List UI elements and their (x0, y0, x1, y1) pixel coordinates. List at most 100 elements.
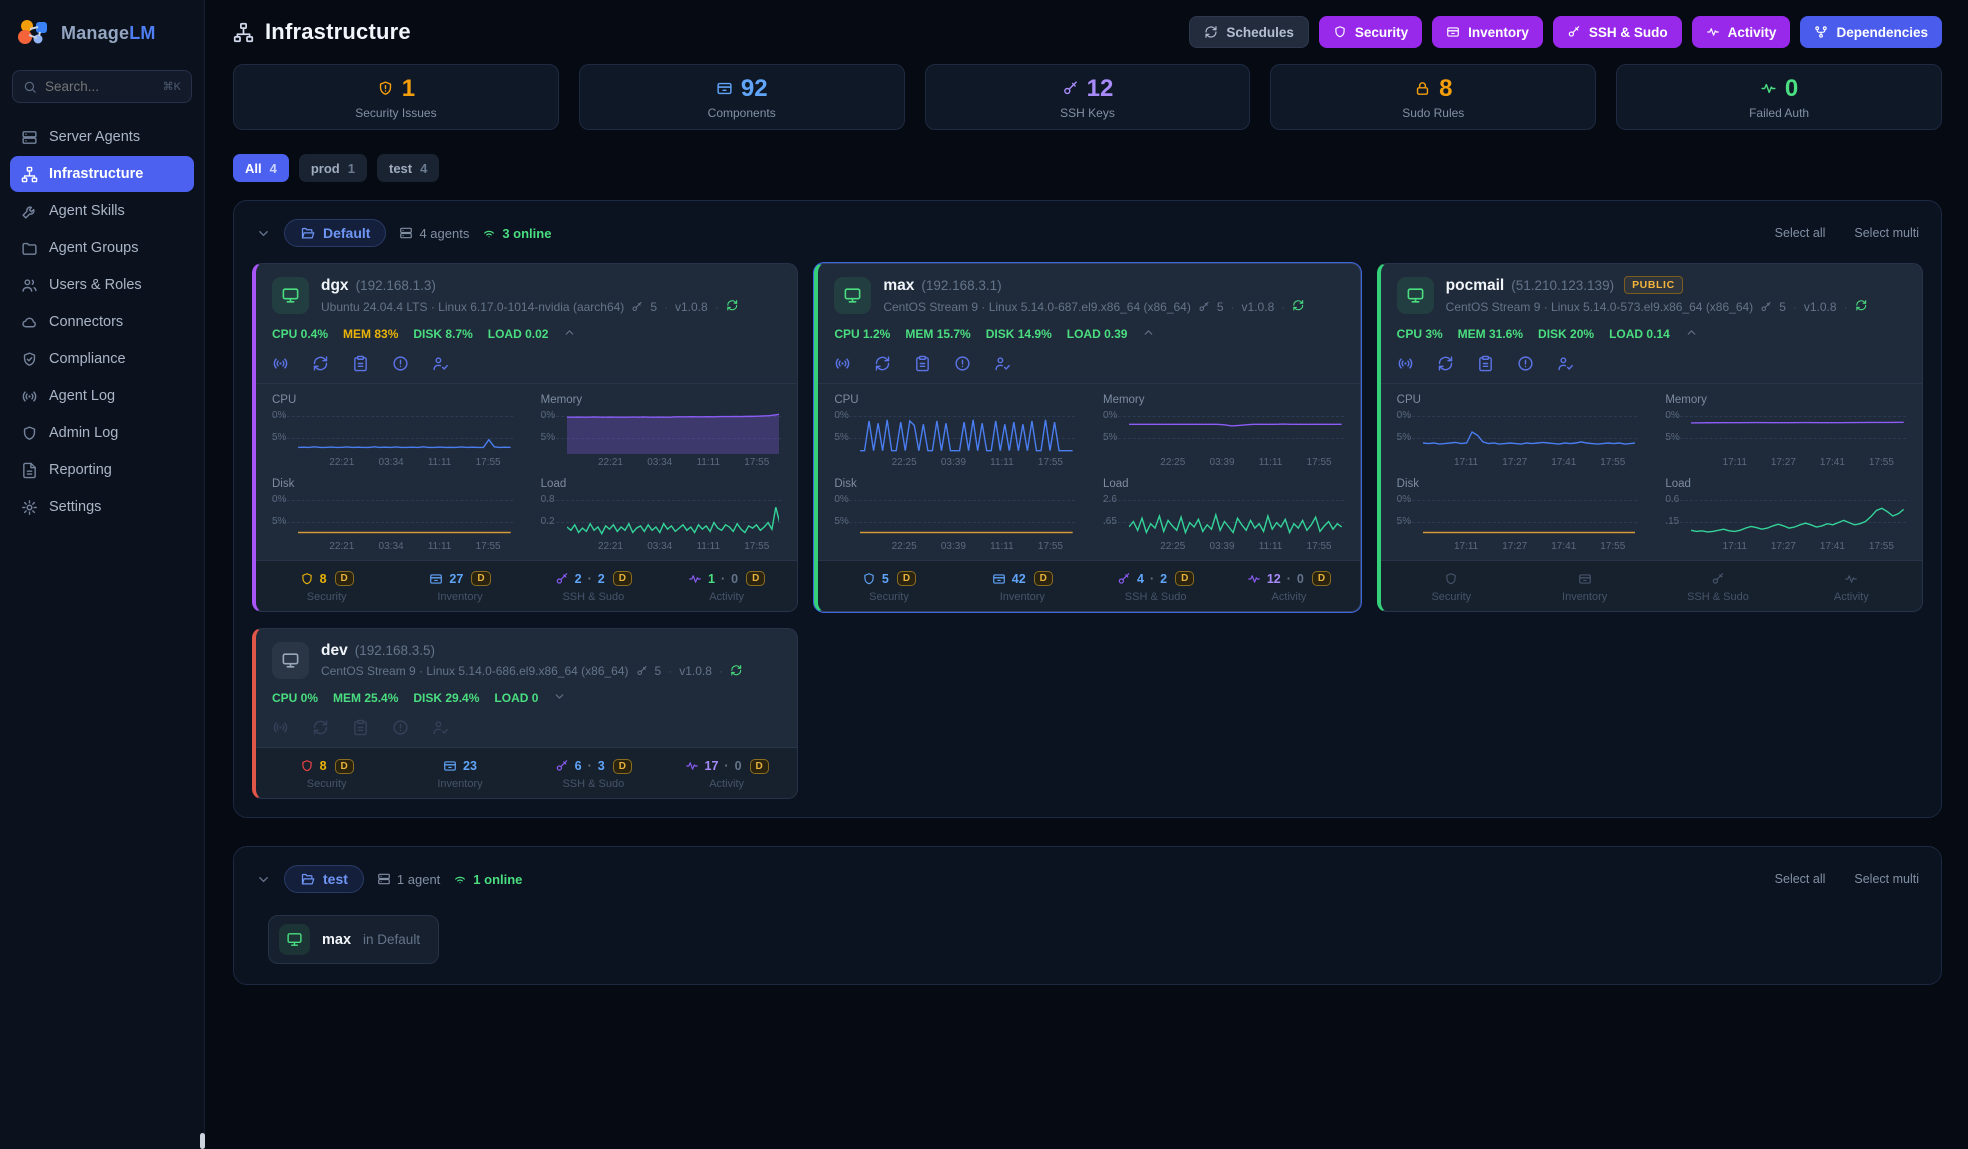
expand-chevron-icon[interactable] (553, 690, 566, 706)
footer-security[interactable]: 8D Security (260, 757, 393, 790)
group-badge-test[interactable]: test (284, 865, 364, 893)
sidebar-item-agent-skills[interactable]: Agent Skills (10, 193, 194, 229)
search-input[interactable] (45, 79, 155, 94)
action-user-check-icon[interactable] (432, 719, 449, 736)
footer-inventory[interactable]: Inventory (1518, 570, 1651, 603)
footer-security[interactable]: Security (1385, 570, 1518, 603)
chart-title: CPU (834, 394, 1075, 406)
sidebar-item-users-roles[interactable]: Users & Roles (10, 267, 194, 303)
footer-inventory[interactable]: 27D Inventory (393, 570, 526, 603)
action-alert-circle-icon[interactable] (392, 719, 409, 736)
agent-mini-max[interactable]: max in Default (268, 915, 439, 964)
drift-badge: D (1034, 571, 1053, 586)
agent-footer: 8D Security 23 Inventory 6·3D SSH & Sudo… (256, 747, 797, 798)
y-tick: 0% (1665, 410, 1679, 421)
lock-icon (1414, 80, 1431, 97)
action-refresh-icon[interactable] (1437, 355, 1454, 372)
action-alert-circle-icon[interactable] (954, 355, 971, 372)
collapse-chevron-icon[interactable] (1142, 326, 1155, 342)
sidebar-item-compliance[interactable]: Compliance (10, 341, 194, 377)
footer-ssh-sudo[interactable]: 4·2D SSH & Sudo (1089, 570, 1222, 603)
search-box[interactable]: ⌘K (12, 70, 192, 103)
sidebar-item-admin-log[interactable]: Admin Log (10, 415, 194, 451)
action-clipboard-icon[interactable] (352, 719, 369, 736)
action-clipboard-icon[interactable] (352, 355, 369, 372)
sidebar-scrollbar[interactable] (200, 1133, 205, 1149)
action-refresh-icon[interactable] (312, 719, 329, 736)
metric-load: LOAD 0 (494, 691, 538, 705)
dependencies-button[interactable]: Dependencies (1800, 16, 1942, 48)
action-broadcast-icon[interactable] (272, 719, 289, 736)
footer-security[interactable]: 8D Security (260, 570, 393, 603)
select-multi-link[interactable]: Select multi (1854, 226, 1919, 240)
filter-prod[interactable]: prod 1 (299, 154, 367, 182)
action-user-check-icon[interactable] (994, 355, 1011, 372)
inventory-button[interactable]: Inventory (1432, 16, 1543, 48)
activity-button[interactable]: Activity (1692, 16, 1791, 48)
sparkline (1423, 410, 1636, 454)
action-user-check-icon[interactable] (1557, 355, 1574, 372)
filter-all[interactable]: All 4 (233, 154, 289, 182)
drive-icon (992, 572, 1006, 586)
agent-card-dev[interactable]: dev(192.168.3.5) CentOS Stream 9 · Linux… (252, 628, 798, 800)
footer-inventory[interactable]: 23 Inventory (393, 757, 526, 790)
x-tick: 11:11 (1259, 457, 1283, 468)
footer-inventory[interactable]: 42D Inventory (956, 570, 1089, 603)
filter-test[interactable]: test 4 (377, 154, 439, 182)
footer-ssh-sudo[interactable]: 2·2D SSH & Sudo (527, 570, 660, 603)
agent-card-dgx[interactable]: dgx(192.168.1.3) Ubuntu 24.04.4 LTS · Li… (252, 263, 798, 612)
action-broadcast-icon[interactable] (1397, 355, 1414, 372)
schedules-button[interactable]: Schedules (1189, 16, 1309, 48)
x-tick: 17:55 (744, 457, 769, 468)
sidebar-item-settings[interactable]: Settings (10, 489, 194, 525)
action-broadcast-icon[interactable] (272, 355, 289, 372)
sidebar-item-infrastructure[interactable]: Infrastructure (10, 156, 194, 192)
agent-card-max[interactable]: max(192.168.3.1) CentOS Stream 9 · Linux… (814, 263, 1360, 612)
x-tick: 17:55 (1600, 457, 1625, 468)
sidebar-item-agent-log[interactable]: Agent Log (10, 378, 194, 414)
action-alert-circle-icon[interactable] (392, 355, 409, 372)
footer-activity[interactable]: 1·0D Activity (660, 570, 793, 603)
collapse-chevron-icon[interactable] (563, 326, 576, 342)
sparkline (1423, 494, 1636, 538)
action-user-check-icon[interactable] (432, 355, 449, 372)
pulse-icon (1706, 25, 1720, 39)
select-all-link[interactable]: Select all (1775, 226, 1826, 240)
select-all-link[interactable]: Select all (1775, 872, 1826, 886)
action-refresh-icon[interactable] (312, 355, 329, 372)
sparkline (567, 494, 780, 538)
security-button[interactable]: Security (1319, 16, 1422, 48)
group-collapse-icon[interactable] (256, 226, 271, 241)
footer-ssh-sudo[interactable]: SSH & Sudo (1651, 570, 1784, 603)
pulse-icon (688, 572, 702, 586)
footer-activity[interactable]: 17·0D Activity (660, 757, 793, 790)
sidebar-item-connectors[interactable]: Connectors (10, 304, 194, 340)
metric-disk: DISK 14.9% (986, 327, 1052, 341)
group-badge-default[interactable]: Default (284, 219, 386, 247)
chart-title: Memory (1103, 394, 1344, 406)
footer-ssh-sudo[interactable]: 6·3D SSH & Sudo (527, 757, 660, 790)
footer-activity[interactable]: Activity (1785, 570, 1918, 603)
metric-disk: DISK 20% (1538, 327, 1594, 341)
server-icon (377, 872, 391, 886)
group-collapse-icon[interactable] (256, 872, 271, 887)
collapse-chevron-icon[interactable] (1685, 326, 1698, 342)
sidebar-item-reporting[interactable]: Reporting (10, 452, 194, 488)
agent-version: v1.0.8 (1804, 300, 1837, 314)
sidebar-item-agent-groups[interactable]: Agent Groups (10, 230, 194, 266)
header-buttons: Schedules Security Inventory SSH & Sudo Acti… (1189, 16, 1942, 48)
agent-card-pocmail[interactable]: pocmail(51.210.123.139)PUBLIC CentOS Str… (1377, 263, 1923, 612)
y-tick: 0% (1397, 494, 1411, 505)
ssh-sudo-button[interactable]: SSH & Sudo (1553, 16, 1682, 48)
action-alert-circle-icon[interactable] (1517, 355, 1534, 372)
action-broadcast-icon[interactable] (834, 355, 851, 372)
drive-icon (443, 759, 457, 773)
sidebar-item-server-agents[interactable]: Server Agents (10, 119, 194, 155)
action-refresh-icon[interactable] (874, 355, 891, 372)
action-clipboard-icon[interactable] (1477, 355, 1494, 372)
y-tick: 0.6 (1665, 494, 1679, 505)
footer-security[interactable]: 5D Security (822, 570, 955, 603)
select-multi-link[interactable]: Select multi (1854, 872, 1919, 886)
footer-activity[interactable]: 12·0D Activity (1222, 570, 1355, 603)
action-clipboard-icon[interactable] (914, 355, 931, 372)
